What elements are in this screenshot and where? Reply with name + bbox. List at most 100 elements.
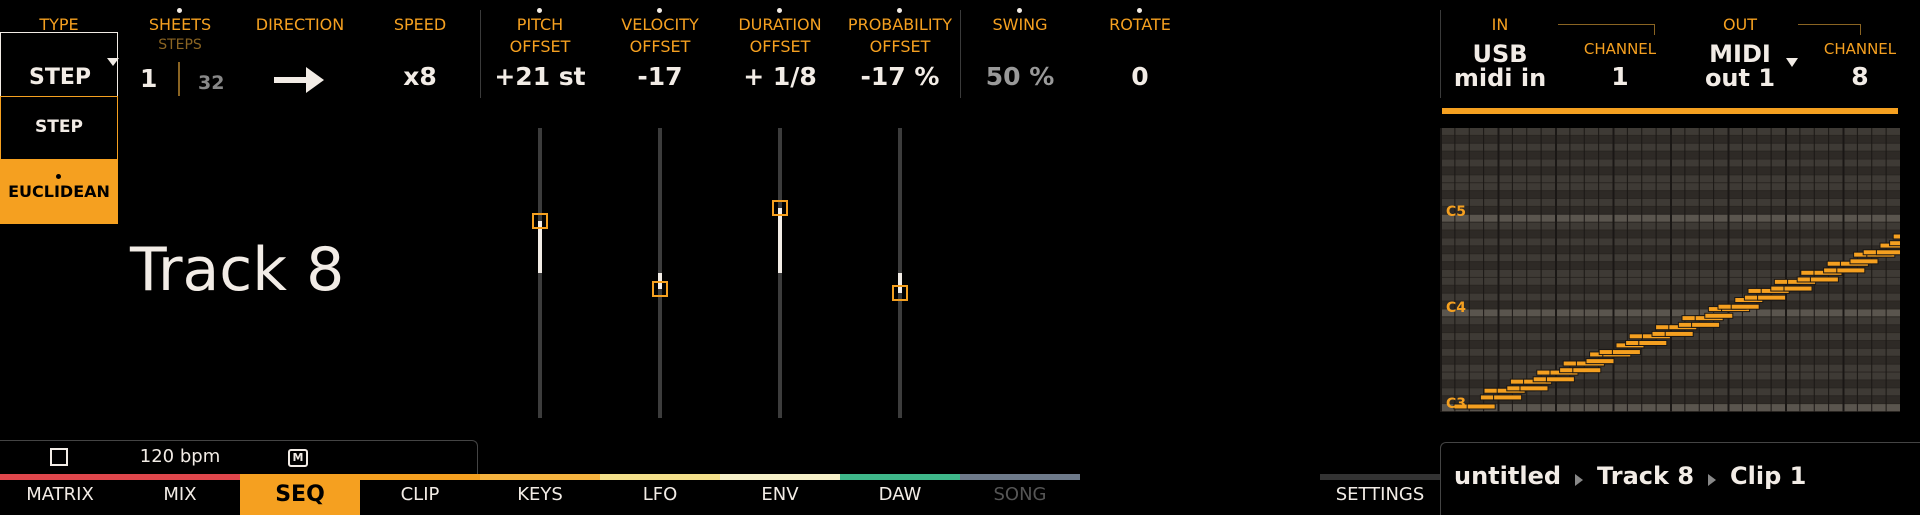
metronome-button[interactable]: M	[288, 449, 308, 467]
swing-label: SWING	[992, 15, 1048, 34]
piano-roll-note	[1836, 267, 1866, 274]
piano-roll[interactable]: C5 C4 C3	[1440, 128, 1920, 412]
tab-daw[interactable]: DAW	[840, 480, 960, 515]
type-option-euclidean[interactable]: EUCLIDEAN	[0, 160, 118, 224]
tab-seq[interactable]: SEQ	[240, 480, 360, 515]
note-label-c4: C4	[1446, 300, 1467, 316]
piano-roll-gridline	[1540, 128, 1542, 412]
piano-roll-gridline	[1684, 128, 1686, 412]
piano-roll-note	[1892, 233, 1920, 240]
piano-roll-gridline	[1483, 128, 1485, 412]
breadcrumb-project[interactable]: untitled	[1454, 462, 1561, 490]
piano-roll-note	[1889, 240, 1919, 247]
pitch-offset-label1: PITCH	[516, 15, 564, 34]
param-dot-velocity	[657, 8, 662, 13]
tab-song[interactable]: SONG	[960, 480, 1080, 515]
piano-roll-gridline	[1785, 128, 1787, 412]
piano-roll-gridline	[1741, 128, 1743, 412]
steps-label: STEPS	[158, 37, 202, 53]
tab-mix[interactable]: MIX	[120, 480, 240, 515]
slider-thumb[interactable]	[652, 280, 668, 297]
midi-in-value2: midi in	[1453, 64, 1547, 92]
piano-roll-gridline	[1454, 128, 1456, 412]
rotate-value[interactable]: 0	[1080, 62, 1200, 91]
clip-indicator-bar	[1442, 108, 1898, 114]
piano-roll-note	[1757, 294, 1787, 301]
piano-roll-note	[1545, 376, 1575, 383]
tab-clip[interactable]: CLIP	[360, 480, 480, 515]
breadcrumb-clip[interactable]: Clip 1	[1730, 462, 1806, 490]
breadcrumb: untitled Track 8 Clip 1	[1454, 462, 1806, 490]
bpm-display[interactable]: 120 bpm	[120, 446, 240, 467]
speed-value[interactable]: x8	[360, 62, 480, 91]
probability-offset-slider[interactable]	[886, 128, 914, 418]
speed-label: SPEED	[393, 15, 447, 34]
pitch-offset-value[interactable]: +21 st	[480, 62, 600, 91]
slider-thumb[interactable]	[532, 212, 548, 229]
direction-control[interactable]	[272, 64, 328, 96]
probability-offset-value[interactable]: -17 %	[840, 62, 960, 91]
type-dropdown: STEP EUCLIDEAN	[0, 96, 118, 224]
midi-in-value1: USB	[1472, 40, 1528, 68]
chevron-down-icon[interactable]	[1786, 58, 1798, 67]
note-label-c3: C3	[1446, 396, 1467, 412]
swing-value[interactable]: 50 %	[960, 62, 1080, 91]
midi-out-channel-value[interactable]: 8	[1800, 62, 1920, 91]
sheets-label: SHEETS	[148, 15, 212, 34]
type-option-euclidean-label: EUCLIDEAN	[8, 182, 110, 201]
duration-offset-label1: DURATION	[738, 15, 822, 34]
chevron-down-icon	[107, 58, 119, 66]
piano-roll-note	[1809, 276, 1839, 283]
tab-matrix[interactable]: MATRIX	[0, 480, 120, 515]
piano-roll-gridline	[1612, 128, 1615, 412]
piano-roll-note	[1585, 358, 1615, 365]
chevron-right-icon	[1708, 473, 1717, 486]
piano-roll-grid	[1440, 128, 1920, 412]
midi-in-device[interactable]: USB midi in	[1440, 42, 1560, 90]
piano-roll-gridline	[1713, 128, 1715, 412]
param-dot-pitch	[537, 8, 542, 13]
sheets-control[interactable]: 1 32	[134, 62, 234, 98]
piano-roll-gridline	[1511, 128, 1513, 412]
tab-keys[interactable]: KEYS	[480, 480, 600, 515]
stop-button[interactable]	[50, 448, 68, 466]
midi-out-label: OUT	[1722, 15, 1758, 34]
probability-offset-label1: PROBABILITY	[847, 15, 953, 34]
slider-track	[538, 128, 542, 418]
piano-roll-gridline	[1727, 128, 1730, 412]
piano-roll-gridline	[1799, 128, 1801, 412]
piano-roll-gridline	[1655, 128, 1657, 412]
steps-value: 32	[198, 72, 225, 94]
tab-lfo[interactable]: LFO	[600, 480, 720, 515]
type-option-step[interactable]: STEP	[0, 96, 118, 160]
velocity-offset-slider[interactable]	[646, 128, 674, 418]
duration-offset-value[interactable]: + 1/8	[720, 62, 840, 91]
chevron-right-icon	[1575, 473, 1584, 486]
piano-roll-gridline	[1555, 128, 1557, 412]
midi-out-channel-label: CHANNEL	[1823, 40, 1897, 58]
piano-roll-gridline	[1641, 128, 1643, 412]
param-dot-swing	[1017, 8, 1022, 13]
param-dot-rotate	[1137, 8, 1142, 13]
slider-thumb[interactable]	[892, 285, 908, 302]
type-option-step-label: STEP	[35, 117, 83, 137]
midi-out-device[interactable]: MIDI out 1	[1680, 42, 1800, 90]
pitch-offset-label2: OFFSET	[509, 37, 571, 56]
piano-roll-note	[1466, 403, 1496, 410]
type-select[interactable]: STEP	[0, 32, 119, 96]
duration-offset-label2: OFFSET	[749, 37, 811, 56]
tab-settings[interactable]: SETTINGS	[1320, 480, 1440, 515]
piano-roll-gridline	[1440, 128, 1442, 412]
piano-roll-note	[1849, 258, 1879, 265]
slider-thumb[interactable]	[772, 199, 788, 216]
breadcrumb-track[interactable]: Track 8	[1597, 462, 1694, 490]
piano-roll-note	[1638, 339, 1668, 346]
note-label-c5: C5	[1446, 204, 1467, 220]
pitch-offset-slider[interactable]	[526, 128, 554, 418]
piano-roll-gridline	[1468, 128, 1470, 412]
tab-env[interactable]: ENV	[720, 480, 840, 515]
midi-in-channel-value[interactable]: 1	[1560, 62, 1680, 91]
velocity-offset-value[interactable]: -17	[600, 62, 720, 91]
duration-offset-slider[interactable]	[766, 128, 794, 418]
piano-roll-gridline	[1526, 128, 1528, 412]
